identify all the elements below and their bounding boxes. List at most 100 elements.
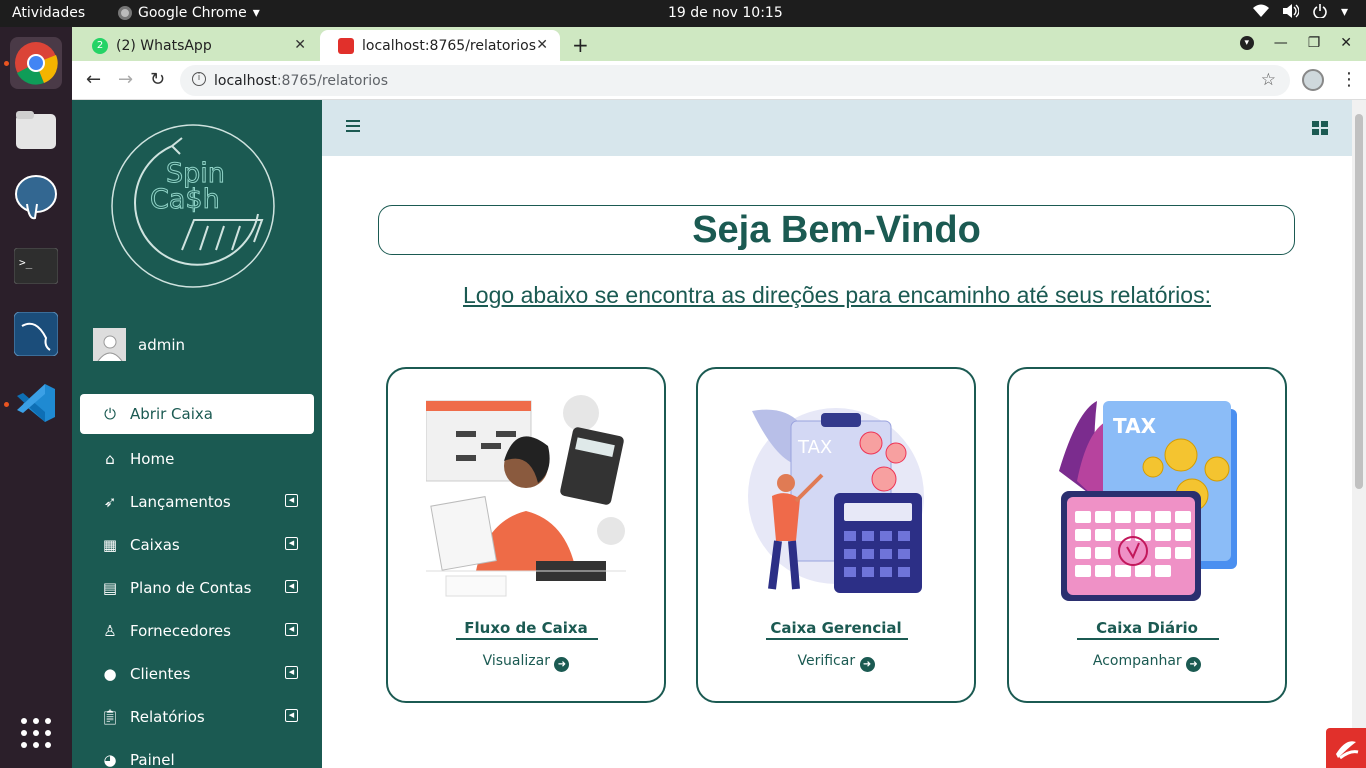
- card-link-label: Verificar: [797, 653, 856, 669]
- app-grid-icon[interactable]: [10, 707, 62, 759]
- card-link-label: Visualizar: [482, 653, 550, 669]
- user-icon: ●: [103, 664, 117, 683]
- svg-text:Ca$h: Ca$h: [150, 184, 220, 215]
- profile-avatar[interactable]: [1302, 69, 1324, 91]
- tab-strip: 2 (2) WhatsApp ✕ localhost:8765/relatori…: [72, 27, 1366, 61]
- power-icon: [1313, 4, 1327, 22]
- sidebar-item-clientes[interactable]: ● Clientes ◀: [80, 652, 314, 695]
- sidebar-item-lancamentos[interactable]: ➶ Lançamentos ◀: [80, 480, 314, 523]
- rocket-icon: ➶: [103, 492, 117, 511]
- wifi-icon: [1252, 4, 1269, 22]
- card-title: Fluxo de Caixa: [464, 619, 588, 637]
- user-panel[interactable]: admin: [93, 328, 185, 361]
- minimize-icon[interactable]: —: [1274, 35, 1288, 51]
- sidebar-menu: ⏻ Abrir Caixa ⌂ Home ➶ Lançamentos ◀ ▦ C…: [80, 394, 314, 768]
- os-top-bar: Atividades Google Chrome ▾ 19 de nov 10:…: [0, 0, 1366, 27]
- bookmark-star-icon[interactable]: ☆: [1261, 70, 1276, 90]
- running-indicator: [4, 402, 9, 407]
- restore-icon[interactable]: ❐: [1308, 35, 1321, 51]
- cash-flow-illustration: [425, 391, 626, 611]
- laravel-favicon-icon: [338, 37, 354, 54]
- card-caixa-diario: TAX Caixa Diário Acompanhar ➜: [1007, 367, 1287, 703]
- tab-whatsapp[interactable]: 2 (2) WhatsApp ✕: [74, 30, 318, 61]
- boxes-icon: ▦: [102, 535, 118, 554]
- mysql-workbench-icon[interactable]: [10, 308, 62, 360]
- site-info-icon[interactable]: i: [192, 72, 206, 86]
- card-link-label: Acompanhar: [1092, 653, 1182, 669]
- whatsapp-icon: 2: [92, 37, 108, 54]
- scrollbar-thumb[interactable]: [1355, 114, 1363, 489]
- svg-text:TAX: TAX: [797, 437, 832, 458]
- title-underline: [456, 638, 598, 640]
- title-underline: [1077, 638, 1219, 640]
- postgres-icon[interactable]: [10, 172, 62, 224]
- web-page: Spin Ca$h admin ⏻ Abrir Caixa ⌂ Home ➶ L…: [72, 100, 1366, 768]
- page-scrollbar[interactable]: [1352, 100, 1366, 768]
- chevron-left-icon: ◀: [285, 537, 298, 550]
- card-link[interactable]: Verificar ➜: [698, 653, 974, 672]
- address-bar[interactable]: i localhost:8765/relatorios ☆: [180, 65, 1290, 96]
- files-icon[interactable]: [10, 104, 62, 156]
- svg-text:TAX: TAX: [1113, 414, 1157, 438]
- user-name: admin: [138, 335, 185, 354]
- sidebar-item-fornecedores[interactable]: ♙ Fornecedores ◀: [80, 609, 314, 652]
- card-title: Caixa Gerencial: [770, 619, 902, 637]
- tab-title: (2) WhatsApp: [116, 37, 212, 54]
- dock: >_: [0, 27, 72, 768]
- sidebar-item-caixas[interactable]: ▦ Caixas ◀: [80, 523, 314, 566]
- terminal-icon[interactable]: >_: [10, 240, 62, 292]
- sidebar-item-painel[interactable]: ◕ Painel: [80, 738, 314, 768]
- chart-pie-icon: ◕: [103, 750, 117, 768]
- sidebar-item-label: Plano de Contas: [130, 578, 252, 597]
- browser-toolbar: ← → ↻ i localhost:8765/relatorios ☆ ⋮: [72, 61, 1366, 100]
- card-link[interactable]: Acompanhar ➜: [1009, 653, 1285, 672]
- forward-icon[interactable]: →: [118, 69, 133, 90]
- tab-search-icon[interactable]: ▾: [1239, 36, 1254, 50]
- clipboard-icon: 📋︎: [100, 707, 120, 726]
- card-caixa-gerencial: TAX Caixa Gerencial Verificar ➜: [696, 367, 976, 703]
- volume-icon: [1282, 4, 1300, 22]
- sidebar-item-label: Relatórios: [130, 707, 205, 726]
- chevron-left-icon: ◀: [285, 623, 298, 636]
- system-tray[interactable]: ▾: [1252, 4, 1348, 22]
- close-icon[interactable]: ✕: [536, 37, 548, 53]
- grid-view-icon[interactable]: [1312, 121, 1328, 135]
- sidebar-item-relatorios[interactable]: 📋︎ Relatórios ◀: [80, 695, 314, 738]
- app-menu[interactable]: Google Chrome ▾: [118, 5, 260, 21]
- sidebar-item-plano-de-contas[interactable]: ▤ Plano de Contas ◀: [80, 566, 314, 609]
- window-controls: ▾ — ❐ ✕: [1239, 35, 1352, 51]
- sidebar-item-label: Lançamentos: [130, 492, 231, 511]
- file-invoice-icon: ▤: [102, 578, 118, 597]
- sidebar-item-abrir-caixa[interactable]: ⏻ Abrir Caixa: [80, 394, 314, 434]
- chevron-left-icon: ◀: [285, 494, 298, 507]
- sidebar-item-label: Home: [130, 449, 175, 468]
- activities-button[interactable]: Atividades: [12, 5, 85, 21]
- chrome-small-icon: [118, 6, 132, 20]
- card-fluxo-de-caixa: Fluxo de Caixa Visualizar ➜: [386, 367, 666, 703]
- running-indicator: [4, 61, 9, 66]
- arrow-right-circle-icon: ➜: [1186, 657, 1202, 672]
- sidebar-item-home[interactable]: ⌂ Home: [80, 437, 314, 480]
- sidebar-item-label: Painel: [130, 750, 175, 768]
- sidebar-item-label: Caixas: [130, 535, 180, 554]
- tab-title: localhost:8765/relatorios: [362, 37, 536, 54]
- sidebar-item-label: Abrir Caixa: [130, 405, 213, 423]
- close-window-icon[interactable]: ✕: [1340, 35, 1352, 51]
- new-tab-button[interactable]: +: [572, 33, 589, 57]
- chrome-icon[interactable]: [10, 37, 62, 89]
- main-content: Seja Bem-Vindo Logo abaixo se encontra a…: [322, 100, 1352, 768]
- close-icon[interactable]: ✕: [294, 37, 306, 53]
- more-menu-icon[interactable]: ⋮: [1340, 69, 1358, 90]
- card-link[interactable]: Visualizar ➜: [388, 653, 664, 672]
- debugbar-toggle-icon[interactable]: [1326, 728, 1366, 768]
- vscode-icon[interactable]: [10, 377, 62, 429]
- hamburger-menu-icon[interactable]: [346, 120, 360, 135]
- chevron-left-icon: ◀: [285, 709, 298, 722]
- content-header: [322, 100, 1352, 156]
- clock[interactable]: 19 de nov 10:15: [668, 5, 783, 21]
- reload-icon[interactable]: ↻: [150, 69, 165, 90]
- app-name: Google Chrome: [138, 5, 247, 21]
- card-title: Caixa Diário: [1096, 619, 1198, 637]
- tab-relatorios[interactable]: localhost:8765/relatorios ✕: [320, 30, 560, 61]
- back-icon[interactable]: ←: [86, 69, 101, 90]
